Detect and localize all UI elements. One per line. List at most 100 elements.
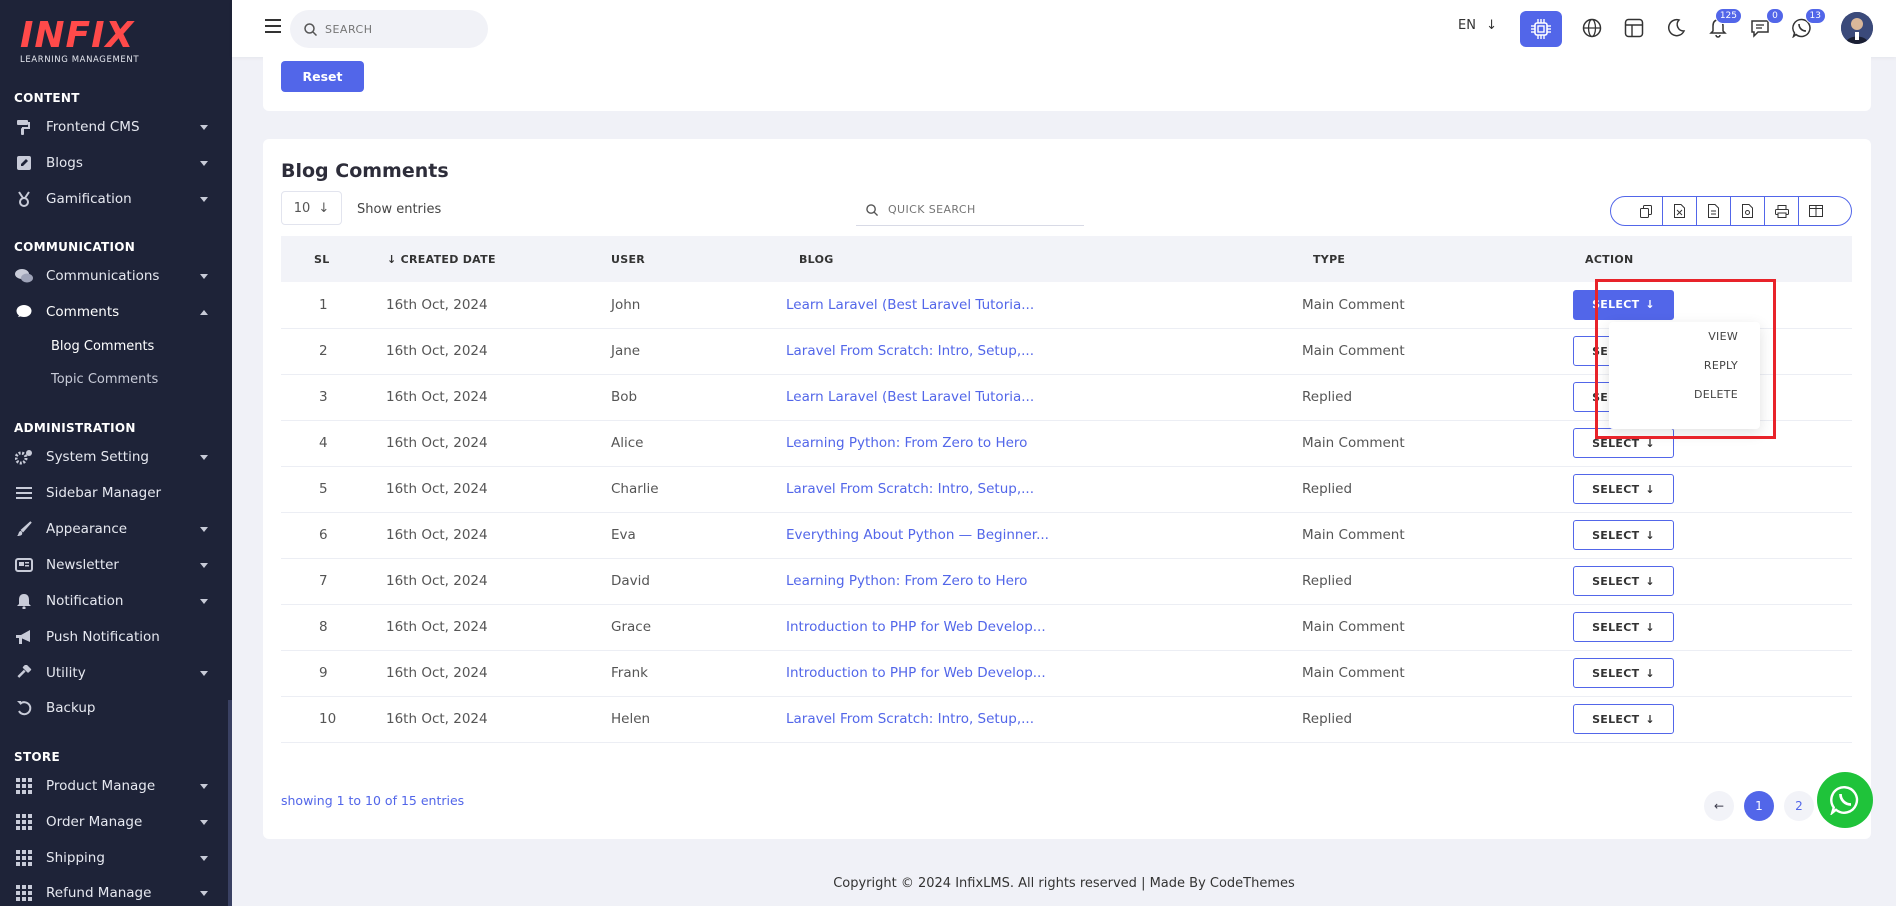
select-label: SELECT xyxy=(1592,666,1640,680)
page-2-button[interactable]: 2 xyxy=(1784,791,1814,821)
sidebar-item-sidebar-manager[interactable]: Sidebar Manager xyxy=(0,478,228,508)
select-action-button[interactable]: SELECT ↓ xyxy=(1573,704,1674,734)
column-user[interactable]: USER xyxy=(611,236,786,282)
column-action[interactable]: ACTION xyxy=(1570,236,1852,282)
cell-type: Main Comment xyxy=(1302,619,1405,635)
page-1-button[interactable]: 1 xyxy=(1744,791,1774,821)
sidebar-item-push-notification[interactable]: Push Notification xyxy=(0,622,228,652)
select-action-button[interactable]: SELECT ↓ xyxy=(1573,474,1674,504)
cell-blog-link[interactable]: Introduction to PHP for Web Develop... xyxy=(786,604,1299,650)
notifications-button[interactable]: 125 xyxy=(1706,8,1742,40)
sidebar-item-system-setting[interactable]: System Setting xyxy=(0,442,228,472)
quick-search[interactable] xyxy=(856,194,1084,226)
cell-user: Bob xyxy=(611,389,638,405)
cell-type: Main Comment xyxy=(1302,665,1405,681)
cell-date: 16th Oct, 2024 xyxy=(386,389,488,405)
select-action-button[interactable]: SELECT ↓ xyxy=(1573,566,1674,596)
sidebar-item-frontend-cms[interactable]: Frontend CMS xyxy=(0,112,228,142)
sidebar-item-appearance[interactable]: Appearance xyxy=(0,514,228,544)
cell-blog-link[interactable]: Learning Python: From Zero to Hero xyxy=(786,420,1299,466)
cpu-settings-button[interactable] xyxy=(1520,11,1562,47)
cell-sl: 4 xyxy=(319,435,328,451)
cell-blog-link[interactable]: Laravel From Scratch: Intro, Setup,... xyxy=(786,696,1299,742)
globe-icon xyxy=(1582,18,1602,38)
sidebar-item-refund-manage[interactable]: Refund Manage xyxy=(0,878,228,906)
brand-logo[interactable]: INFIX LEARNING MANAGEMENT xyxy=(20,18,140,68)
globe-button[interactable] xyxy=(1580,16,1604,40)
layout-button[interactable] xyxy=(1622,16,1646,40)
whatsapp-header-button[interactable]: 13 xyxy=(1790,8,1826,40)
sidebar-item-blogs[interactable]: Blogs xyxy=(0,148,228,178)
entries-select[interactable]: 10 ↓ xyxy=(281,191,342,225)
edit-square-icon xyxy=(14,154,34,172)
columns-button[interactable] xyxy=(1799,197,1833,225)
column-type[interactable]: TYPE xyxy=(1299,236,1570,282)
cell-blog-link[interactable]: Learn Laravel (Best Laravel Tutoria... xyxy=(786,282,1299,328)
select-label: SELECT xyxy=(1592,528,1640,542)
logo-subtitle: LEARNING MANAGEMENT xyxy=(20,55,140,65)
select-action-button[interactable]: SELECT ↓ xyxy=(1573,658,1674,688)
csv-button[interactable] xyxy=(1697,197,1731,225)
sidebar-item-utility[interactable]: Utility xyxy=(0,658,228,688)
sidebar-item-gamification[interactable]: Gamification xyxy=(0,184,228,214)
arrow-down-icon: ↓ xyxy=(1486,18,1497,33)
select-action-button[interactable]: SELECT ↓ xyxy=(1573,612,1674,642)
cell-blog-link[interactable]: Laravel From Scratch: Intro, Setup,... xyxy=(786,328,1299,374)
column-created-date[interactable]: ↓ CREATED DATE xyxy=(371,236,611,282)
cell-blog-link[interactable]: Introduction to PHP for Web Develop... xyxy=(786,650,1299,696)
cell-user: Alice xyxy=(611,435,644,451)
sort-arrow-icon: ↓ xyxy=(387,252,401,266)
chevron-down-icon xyxy=(200,125,208,130)
sidebar-item-shipping[interactable]: Shipping xyxy=(0,843,228,873)
cell-blog-link[interactable]: Laravel From Scratch: Intro, Setup,... xyxy=(786,466,1299,512)
select-action-button[interactable]: SELECT ↓ xyxy=(1573,520,1674,550)
column-sl[interactable]: SL xyxy=(281,236,371,282)
cell-blog-link[interactable]: Learning Python: From Zero to Hero xyxy=(786,558,1299,604)
column-blog[interactable]: BLOG xyxy=(786,236,1299,282)
messages-button[interactable]: 0 xyxy=(1748,8,1784,40)
sidebar-item-backup[interactable]: Backup xyxy=(0,693,228,723)
cell-blog-link[interactable]: Learn Laravel (Best Laravel Tutoria... xyxy=(786,374,1299,420)
pdf-button[interactable] xyxy=(1731,197,1765,225)
copy-icon xyxy=(1639,204,1652,218)
excel-button[interactable] xyxy=(1663,197,1697,225)
sidebar-item-communications[interactable]: Communications xyxy=(0,261,228,291)
print-button[interactable] xyxy=(1765,197,1799,225)
brush-icon xyxy=(14,520,34,538)
avatar[interactable] xyxy=(1841,12,1873,44)
cell-type: Replied xyxy=(1302,481,1353,497)
copy-button[interactable] xyxy=(1629,197,1663,225)
sidebar-sub-topic-comments[interactable]: Topic Comments xyxy=(51,372,158,387)
moon-icon xyxy=(1668,18,1686,37)
sidebar-item-newsletter[interactable]: Newsletter xyxy=(0,550,228,580)
search-input[interactable] xyxy=(325,22,475,36)
menu-toggle-icon[interactable] xyxy=(265,19,281,33)
language-select[interactable]: EN ↓ xyxy=(1458,18,1497,33)
arrow-down-icon: ↓ xyxy=(1645,574,1655,588)
cell-action: SELECT ↓ xyxy=(1570,466,1852,512)
cell-date: 16th Oct, 2024 xyxy=(386,711,488,727)
arrow-down-icon: ↓ xyxy=(1645,482,1655,496)
whatsapp-float-button[interactable] xyxy=(1817,772,1873,828)
cell-action: SELECT ↓ xyxy=(1570,604,1852,650)
arrow-left-icon: ← xyxy=(1713,799,1725,813)
global-search[interactable] xyxy=(290,10,488,48)
reset-button[interactable]: Reset xyxy=(281,61,364,92)
quick-search-input[interactable] xyxy=(888,203,1068,216)
cell-blog-link[interactable]: Everything About Python — Beginner... xyxy=(786,512,1299,558)
sidebar-item-notification[interactable]: Notification xyxy=(0,586,228,616)
select-label: SELECT xyxy=(1592,482,1640,496)
sidebar-sub-blog-comments[interactable]: Blog Comments xyxy=(51,339,154,354)
sidebar-item-label: Gamification xyxy=(46,191,132,207)
sidebar-item-product-manage[interactable]: Product Manage xyxy=(0,771,228,801)
newsletter-icon xyxy=(14,556,34,574)
prev-page-button[interactable]: ← xyxy=(1704,791,1734,821)
dark-mode-button[interactable] xyxy=(1664,16,1688,40)
arrow-down-icon: ↓ xyxy=(1645,666,1655,680)
sidebar-item-order-manage[interactable]: Order Manage xyxy=(0,807,228,837)
messages-badge: 0 xyxy=(1766,8,1784,24)
sidebar-item-comments[interactable]: Comments xyxy=(0,297,228,327)
whatsapp-badge: 13 xyxy=(1804,8,1826,24)
footer: Copyright © 2024 InfixLMS. All rights re… xyxy=(833,876,1295,891)
chevron-down-icon xyxy=(200,527,208,532)
